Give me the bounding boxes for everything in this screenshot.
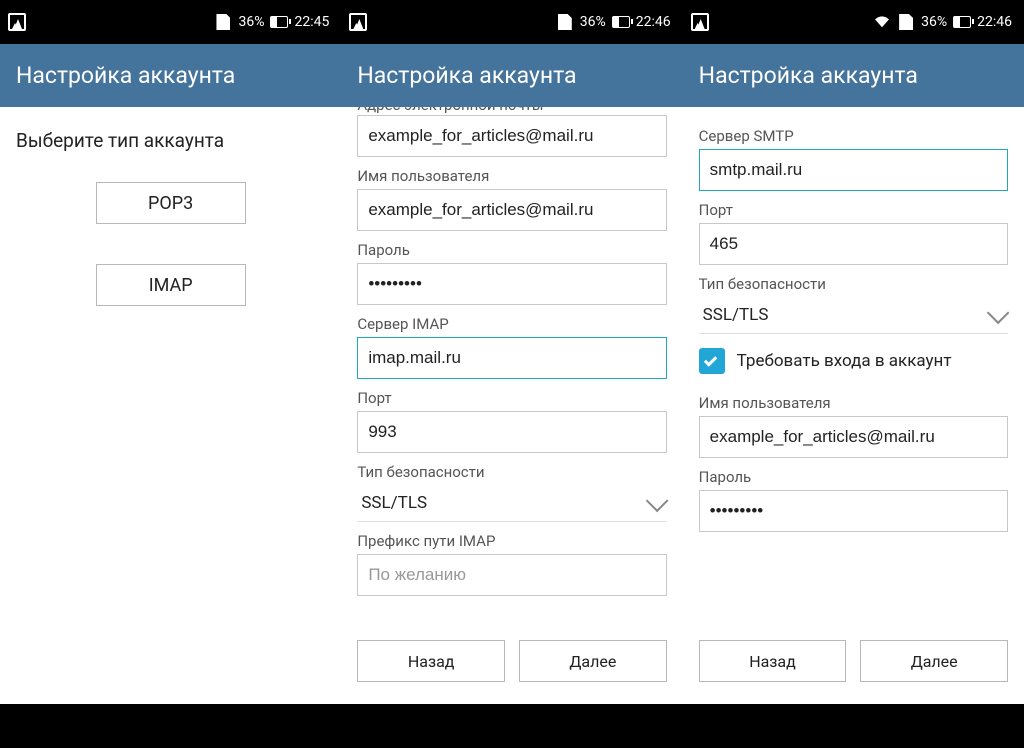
security-value: SSL/TLS: [361, 493, 427, 513]
next-button[interactable]: Далее: [860, 640, 1008, 682]
security-label: Тип безопасности: [357, 463, 666, 481]
imap-button[interactable]: IMAP: [96, 264, 246, 306]
username-label: Имя пользователя: [699, 394, 1008, 412]
check-icon: [704, 353, 717, 366]
password-label: Пароль: [699, 468, 1008, 486]
email-label: Адрес электронной почты: [357, 107, 666, 115]
port-field[interactable]: [699, 223, 1008, 265]
sd-card-icon: [897, 13, 915, 31]
imap-server-label: Сервер IMAP: [357, 315, 666, 333]
next-button[interactable]: Далее: [519, 640, 667, 682]
battery-icon: [612, 13, 630, 31]
wifi-icon: [873, 13, 891, 31]
username-field[interactable]: [699, 416, 1008, 458]
gallery-icon: [349, 13, 367, 31]
battery-icon: [953, 13, 971, 31]
pop3-label: POP3: [148, 193, 193, 214]
status-time: 22:46: [977, 14, 1012, 30]
password-label: Пароль: [357, 241, 666, 259]
back-button[interactable]: Назад: [699, 640, 847, 682]
gallery-icon: [691, 13, 709, 31]
imap-label: IMAP: [149, 275, 193, 296]
sd-card-icon: [556, 13, 574, 31]
status-bar: 36% 22:45 36% 22:46 36% 22:46: [0, 0, 1024, 44]
back-label: Назад: [749, 652, 796, 671]
page-title: Настройка аккаунта: [0, 44, 341, 107]
battery-icon: [270, 13, 288, 31]
gallery-icon: [8, 13, 26, 31]
port-field[interactable]: [357, 411, 666, 453]
battery-percent: 36%: [921, 14, 947, 30]
smtp-server-label: Сервер SMTP: [699, 127, 1008, 145]
page-title: Настройка аккаунта: [341, 44, 682, 107]
panel-account-type: Настройка аккаунта Выберите тип аккаунта…: [0, 44, 341, 704]
status-time: 22:46: [636, 14, 671, 30]
battery-percent: 36%: [580, 14, 606, 30]
password-field[interactable]: [699, 490, 1008, 532]
pop3-button[interactable]: POP3: [96, 182, 246, 224]
port-label: Порт: [699, 201, 1008, 219]
security-label: Тип безопасности: [699, 275, 1008, 293]
security-select[interactable]: SSL/TLS: [699, 297, 1008, 334]
smtp-server-field[interactable]: [699, 149, 1008, 191]
port-label: Порт: [357, 389, 666, 407]
email-field[interactable]: [357, 115, 666, 157]
status-time: 22:45: [294, 14, 329, 30]
require-login-label: Требовать входа в аккаунт: [737, 351, 952, 371]
security-select[interactable]: SSL/TLS: [357, 485, 666, 522]
chevron-down-icon: [987, 302, 1010, 325]
panel-smtp-settings: Настройка аккаунта Сервер SMTP Порт Тип …: [683, 44, 1024, 704]
sd-card-icon: [214, 13, 232, 31]
username-label: Имя пользователя: [357, 167, 666, 185]
panel-imap-settings: Настройка аккаунта Адрес электронной поч…: [341, 44, 682, 704]
imap-prefix-label: Префикс пути IMAP: [357, 532, 666, 550]
require-login-checkbox[interactable]: [699, 348, 725, 374]
next-label: Далее: [569, 652, 616, 671]
password-field[interactable]: [357, 263, 666, 305]
require-login-row[interactable]: Требовать входа в аккаунт: [699, 348, 1008, 374]
page-title: Настройка аккаунта: [683, 44, 1024, 107]
back-label: Назад: [408, 652, 455, 671]
chevron-down-icon: [645, 490, 668, 513]
username-field[interactable]: [357, 189, 666, 231]
imap-server-field[interactable]: [357, 337, 666, 379]
next-label: Далее: [911, 652, 958, 671]
battery-percent: 36%: [238, 14, 264, 30]
back-button[interactable]: Назад: [357, 640, 505, 682]
security-value: SSL/TLS: [703, 305, 769, 325]
subtitle: Выберите тип аккаунта: [16, 129, 325, 152]
imap-prefix-field[interactable]: [357, 554, 666, 596]
